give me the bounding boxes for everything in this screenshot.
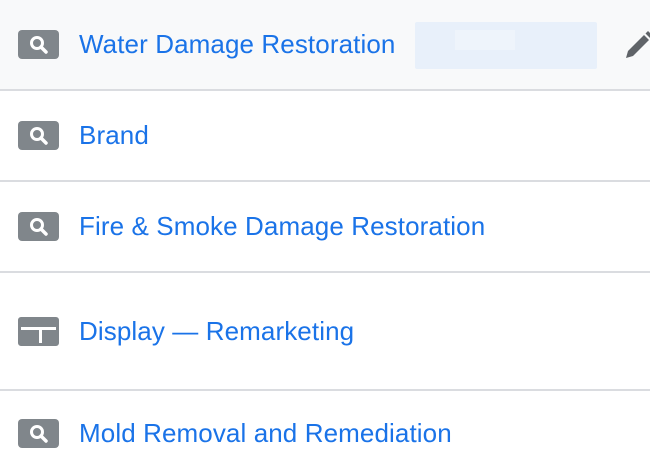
list-item[interactable]: Brand	[0, 91, 650, 182]
redacted-value	[415, 22, 597, 69]
pencil-icon[interactable]	[622, 28, 650, 62]
list-item-label[interactable]: Water Damage Restoration	[79, 29, 395, 60]
list-item-label[interactable]: Brand	[79, 120, 149, 151]
search-icon	[18, 30, 59, 59]
list-item-label[interactable]: Display — Remarketing	[79, 316, 354, 347]
list-item[interactable]: Display — Remarketing	[0, 273, 650, 391]
search-icon	[18, 419, 59, 448]
list-item-label[interactable]: Mold Removal and Remediation	[79, 418, 452, 449]
display-icon	[18, 316, 59, 346]
list-item-label[interactable]: Fire & Smoke Damage Restoration	[79, 211, 485, 242]
list-item[interactable]: Mold Removal and Remediation	[0, 391, 650, 476]
search-icon	[18, 121, 59, 150]
search-icon	[18, 212, 59, 241]
campaign-list: Water Damage Restoration Brand Fire & Sm…	[0, 0, 650, 476]
list-item[interactable]: Water Damage Restoration	[0, 0, 650, 91]
list-item[interactable]: Fire & Smoke Damage Restoration	[0, 182, 650, 273]
